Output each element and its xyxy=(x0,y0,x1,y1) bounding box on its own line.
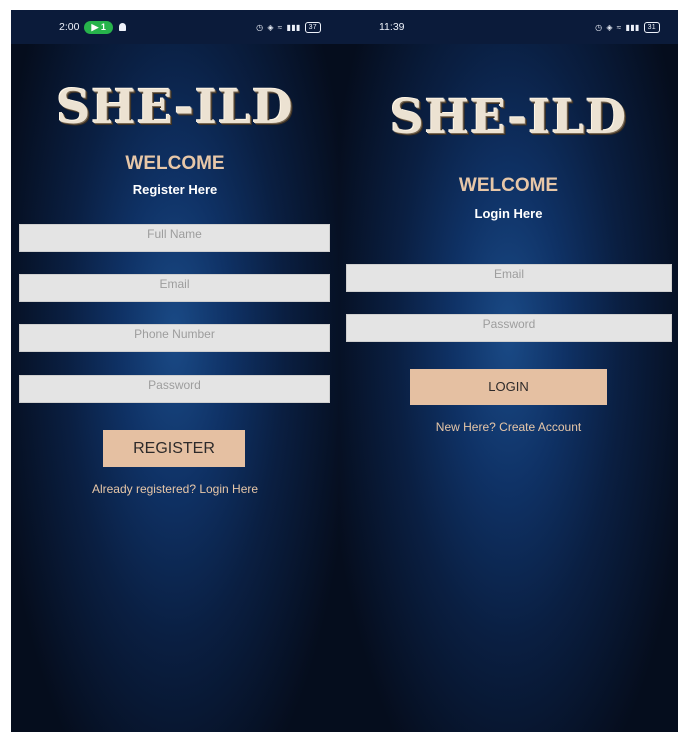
email-input[interactable]: Email xyxy=(346,264,672,292)
status-bar: 11:39 ◷ ◈ ≈ ▮▮▮ 31 xyxy=(339,10,678,44)
full-name-input[interactable]: Full Name xyxy=(19,224,330,252)
app-logo: SHE-ILD xyxy=(389,90,628,145)
notification-count: 1 xyxy=(100,21,106,32)
login-subtitle: Login Here xyxy=(474,206,543,221)
status-time: 11:39 xyxy=(379,21,405,33)
battery-icon: 37 xyxy=(304,21,321,33)
welcome-heading: WELCOME xyxy=(125,153,225,174)
vibrate-icon: ◈ xyxy=(606,22,613,32)
status-icons: ◷ ◈ ≈ ▮▮▮ 37 xyxy=(256,21,321,33)
register-subtitle: Register Here xyxy=(132,182,218,197)
register-screen: 2:00 ▶ 1 ◷ ◈ ≈ ▮▮▮ 37 SHE-ILD WELCOME Re… xyxy=(11,10,339,732)
login-screen: 11:39 ◷ ◈ ≈ ▮▮▮ 31 SHE-ILD WELCOME Login… xyxy=(339,10,678,732)
register-button[interactable]: REGISTER xyxy=(103,430,245,467)
app-logo: SHE-ILD xyxy=(56,80,294,135)
phone-number-input[interactable]: Phone Number xyxy=(19,324,330,352)
notification-badge: ▶ 1 xyxy=(84,20,113,34)
status-time: 2:00 xyxy=(59,21,80,33)
bell-icon xyxy=(118,23,126,31)
welcome-heading: WELCOME xyxy=(458,175,559,196)
login-here-link[interactable]: Already registered? Login Here xyxy=(11,482,339,496)
password-input[interactable]: Password xyxy=(19,375,330,403)
create-account-link[interactable]: New Here? Create Account xyxy=(339,420,678,434)
wifi-icon: ≈ xyxy=(277,22,283,32)
signal-icon: ▮▮▮ xyxy=(286,22,301,32)
signal-icon: ▮▮▮ xyxy=(625,22,640,32)
email-input[interactable]: Email xyxy=(19,274,330,302)
wifi-icon: ≈ xyxy=(616,22,622,32)
status-bar: 2:00 ▶ 1 ◷ ◈ ≈ ▮▮▮ 37 xyxy=(11,10,339,44)
password-input[interactable]: Password xyxy=(346,314,672,342)
login-button[interactable]: LOGIN xyxy=(410,369,607,405)
alarm-icon: ◷ xyxy=(256,22,264,32)
alarm-icon: ◷ xyxy=(595,22,603,32)
battery-icon: 31 xyxy=(643,21,660,33)
status-icons: ◷ ◈ ≈ ▮▮▮ 31 xyxy=(595,21,660,33)
vibrate-icon: ◈ xyxy=(267,22,274,32)
